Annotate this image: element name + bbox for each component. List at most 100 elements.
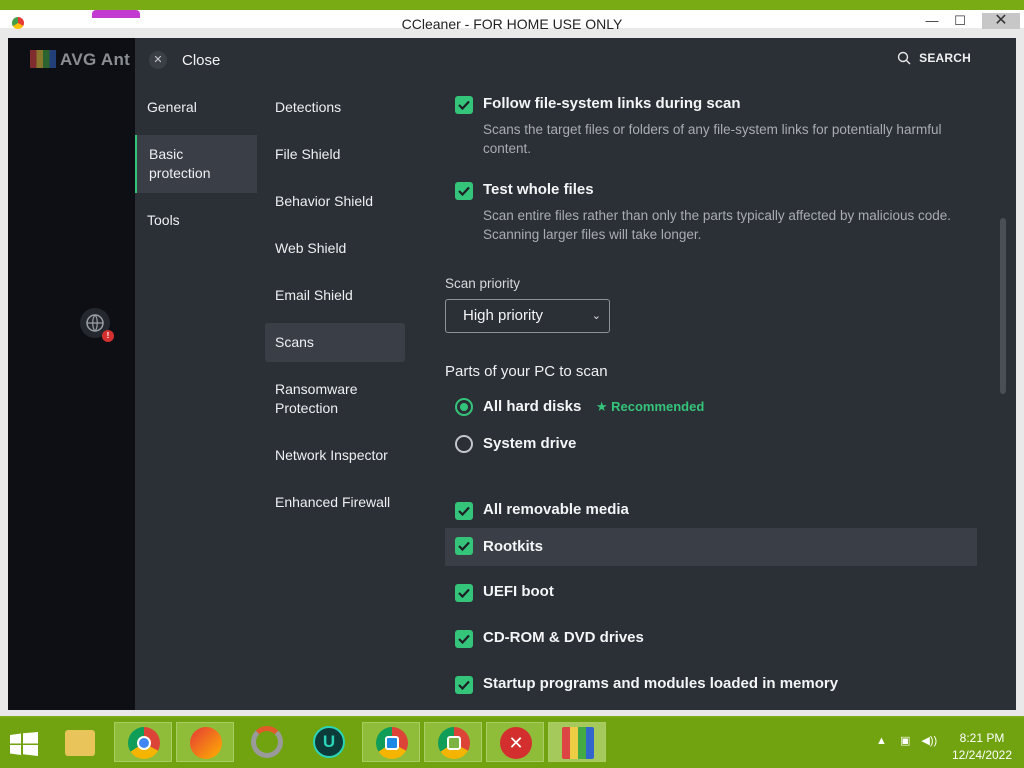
globe-icon[interactable]: ! [80, 308, 114, 342]
chevron-up-icon[interactable]: ▲ [876, 735, 887, 747]
search-button[interactable]: SEARCH [897, 51, 971, 65]
start-button[interactable] [10, 732, 40, 758]
all-hard-disks-label: All hard disks [483, 398, 582, 415]
taskbar-file-explorer[interactable] [52, 722, 110, 762]
taskbar-browser-shield-2[interactable] [424, 722, 482, 762]
taskbar-browser-shield[interactable] [362, 722, 420, 762]
clock[interactable]: 8:21 PM 12/24/2022 [942, 730, 1022, 764]
window-close-button[interactable]: ✕ [982, 13, 1020, 29]
avg-logo: AVG Ant [30, 50, 130, 70]
scan-priority-select[interactable]: High priority ⌄ [445, 299, 610, 333]
test-whole-files-desc: Scan entire files rather than only the p… [483, 208, 951, 242]
nav-general[interactable]: General [135, 88, 257, 127]
removable-media-checkbox[interactable] [455, 502, 473, 520]
checkmark-icon [458, 541, 470, 551]
rootkits-checkbox[interactable] [455, 537, 473, 555]
system-drive-label: System drive [483, 435, 577, 452]
search-icon [897, 51, 911, 65]
scan-item: Startup programs and modules loaded in m… [445, 674, 985, 694]
nav-network-inspector[interactable]: Network Inspector [265, 436, 405, 475]
avg-logo-icon [30, 50, 56, 68]
checkmark-icon [458, 588, 470, 598]
nav-enhanced-firewall[interactable]: Enhanced Firewall [265, 483, 405, 522]
scan-priority-label: Scan priority [445, 276, 521, 291]
ccleaner-window: CCleaner - FOR HOME USE ONLY — ☐ ✕ AVG A… [0, 10, 1024, 716]
uefi-boot-label: UEFI boot [483, 583, 554, 600]
checkmark-icon [458, 100, 470, 110]
nav-file-shield[interactable]: File Shield [265, 135, 405, 174]
scan-priority-value: High priority [463, 307, 544, 324]
taskbar-avg[interactable] [548, 722, 606, 762]
nav-web-shield[interactable]: Web Shield [265, 229, 405, 268]
ccleaner-icon [190, 727, 222, 759]
nav-detections[interactable]: Detections [265, 88, 405, 127]
rootkits-label: Rootkits [483, 538, 543, 555]
folder-icon [65, 730, 95, 756]
test-whole-files-checkbox[interactable] [455, 182, 473, 200]
error-x-icon: ✕ [500, 727, 532, 759]
system-tray: ▲ ▣ ◀)) [876, 734, 937, 747]
all-hard-disks-radio[interactable] [455, 398, 473, 416]
nav-behavior-shield[interactable]: Behavior Shield [265, 182, 405, 221]
nav-scans[interactable]: Scans [265, 323, 405, 362]
nav-tools[interactable]: Tools [135, 201, 257, 240]
parts-to-scan-title: Parts of your PC to scan [445, 363, 608, 380]
avg-logo-text: AVG Ant [60, 50, 131, 69]
radio-row-all-disks: All hard disks ★ Recommended [445, 397, 985, 417]
avg-sidebar: AVG Ant ! [8, 38, 135, 710]
title-bar: CCleaner - FOR HOME USE ONLY — ☐ ✕ [0, 10, 1024, 32]
system-drive-radio[interactable] [455, 435, 473, 453]
checkmark-icon [458, 186, 470, 196]
nav-basic-protection[interactable]: Basic protection [135, 135, 257, 193]
follow-links-title: Follow file-system links during scan [483, 95, 741, 112]
alert-badge-icon: ! [102, 330, 114, 342]
checkmark-icon [458, 506, 470, 516]
windows-logo-icon [10, 732, 38, 756]
secure-browser-icon [438, 727, 470, 759]
scan-item: CD-ROM & DVD drives [445, 628, 985, 648]
vertical-scrollbar[interactable] [1000, 218, 1006, 394]
window-title: CCleaner - FOR HOME USE ONLY [401, 16, 623, 32]
avg-app: AVG Ant ! ✕ Close SEARCH General Basic p… [8, 38, 1016, 710]
minimize-button[interactable]: — [918, 13, 946, 29]
close-settings-button[interactable]: ✕ Close [149, 50, 220, 70]
uefi-boot-checkbox[interactable] [455, 584, 473, 602]
taskbar-ccleaner[interactable] [176, 722, 234, 762]
cdrom-dvd-checkbox[interactable] [455, 630, 473, 648]
search-label: SEARCH [919, 51, 971, 65]
startup-programs-label: Startup programs and modules loaded in m… [483, 675, 839, 692]
network-icon[interactable]: ▣ [900, 735, 910, 747]
follow-links-desc: Scans the target files or folders of any… [483, 122, 942, 156]
option-follow-links: Follow file-system links during scan Sca… [445, 94, 985, 158]
avg-icon [562, 727, 594, 759]
taskbar-error-app[interactable]: ✕ [486, 722, 544, 762]
follow-links-checkbox[interactable] [455, 96, 473, 114]
nav-email-shield[interactable]: Email Shield [265, 276, 405, 315]
maximize-button[interactable]: ☐ [946, 13, 974, 29]
close-icon: ✕ [149, 51, 167, 69]
settings-panel: ✕ Close SEARCH General Basic protection … [135, 38, 1016, 710]
taskbar-app-u[interactable]: U [300, 722, 358, 762]
close-label: Close [182, 51, 221, 69]
removable-media-label: All removable media [483, 501, 629, 518]
test-whole-files-title: Test whole files [483, 181, 594, 198]
primary-nav: General Basic protection Tools [135, 88, 257, 240]
cdrom-dvd-label: CD-ROM & DVD drives [483, 629, 644, 646]
scan-item: Rootkits [445, 528, 977, 566]
recommended-badge: ★ Recommended [595, 399, 705, 414]
radio-row-system-drive: System drive [445, 434, 985, 454]
secondary-nav: Detections File Shield Behavior Shield W… [265, 88, 405, 530]
u-app-icon: U [313, 726, 345, 758]
scan-settings-content: Follow file-system links during scan Sca… [445, 88, 985, 694]
chrome-icon [128, 727, 160, 759]
taskbar-app-ring[interactable] [238, 722, 296, 762]
scan-item: UEFI boot [445, 582, 985, 602]
volume-icon[interactable]: ◀)) [921, 735, 937, 747]
taskbar: U ✕ ▲ ▣ ◀)) 8:21 PM 12/24/2022 [0, 718, 1024, 768]
nav-ransomware-protection[interactable]: Ransomware Protection [265, 370, 385, 428]
chevron-down-icon: ⌄ [591, 310, 601, 322]
taskbar-chrome[interactable] [114, 722, 172, 762]
startup-programs-checkbox[interactable] [455, 676, 473, 694]
secure-browser-icon [376, 727, 408, 759]
checkmark-icon [458, 680, 470, 690]
